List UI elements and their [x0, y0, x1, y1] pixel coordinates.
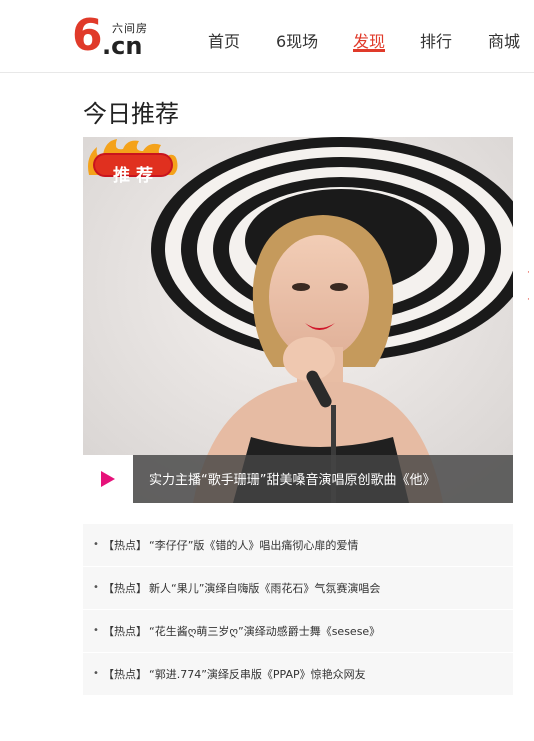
caption-bar: 实力主播“歌手珊珊”甜美嗓音演唱原创歌曲《他》: [133, 455, 513, 503]
main-nav: 首页 6现场 发现 排行 商城: [0, 28, 534, 58]
hot-headline[interactable]: 新人“果儿”演绎自嗨版《雨花石》气氛赛演唱会: [149, 580, 380, 596]
right-edge-fragment: ·: [527, 295, 530, 305]
list-item[interactable]: • 【热点】 “花生酱ღ萌三岁ღ”演绎动感爵士舞《sesese》: [83, 610, 513, 652]
hot-tag: 【热点】: [103, 668, 147, 681]
bullet-dot: •: [93, 668, 99, 679]
play-icon: [101, 471, 115, 487]
hot-headline[interactable]: “花生酱ღ萌三岁ღ”演绎动感爵士舞《sesese》: [149, 623, 380, 639]
hot-tag: 【热点】: [103, 625, 147, 638]
recommend-badge-label: 推荐: [113, 166, 159, 186]
hot-headline[interactable]: “郭进.774”演绎反串版《PPAP》惊艳众网友: [149, 666, 366, 682]
hot-headline[interactable]: “李仔仔”版《错的人》唱出痛彻心扉的爱情: [149, 537, 358, 553]
section-title: 今日推荐: [83, 100, 179, 128]
list-item[interactable]: • 【热点】 新人“果儿”演绎自嗨版《雨花石》气氛赛演唱会: [83, 567, 513, 609]
right-edge-fragment: ·: [527, 268, 530, 278]
hot-tag: 【热点】: [103, 539, 147, 552]
bullet-dot: •: [93, 625, 99, 636]
nav-item-ranking[interactable]: 排行: [420, 28, 452, 52]
featured-banner[interactable]: 推荐 实力主播“歌手珊珊”甜美嗓音演唱原创歌曲《他》: [83, 137, 513, 503]
list-item[interactable]: • 【热点】 “李仔仔”版《错的人》唱出痛彻心扉的爱情: [83, 524, 513, 566]
nav-item-home[interactable]: 首页: [208, 28, 240, 52]
bullet-dot: •: [93, 539, 99, 550]
feature-caption[interactable]: 实力主播“歌手珊珊”甜美嗓音演唱原创歌曲《他》: [149, 469, 435, 488]
nav-active-underline: [353, 49, 385, 52]
hot-news-list: • 【热点】 “李仔仔”版《错的人》唱出痛彻心扉的爱情 • 【热点】 新人“果儿…: [83, 524, 513, 696]
hot-tag: 【热点】: [103, 582, 147, 595]
nav-item-live[interactable]: 6现场: [276, 28, 318, 52]
nav-item-mall[interactable]: 商城: [488, 28, 520, 52]
play-button[interactable]: [83, 455, 133, 503]
featured-photo: [83, 137, 513, 503]
list-item[interactable]: • 【热点】 “郭进.774”演绎反串版《PPAP》惊艳众网友: [83, 653, 513, 695]
site-header: 6 六间房 .cn 首页 6现场 发现 排行 商城: [0, 0, 534, 73]
bullet-dot: •: [93, 582, 99, 593]
